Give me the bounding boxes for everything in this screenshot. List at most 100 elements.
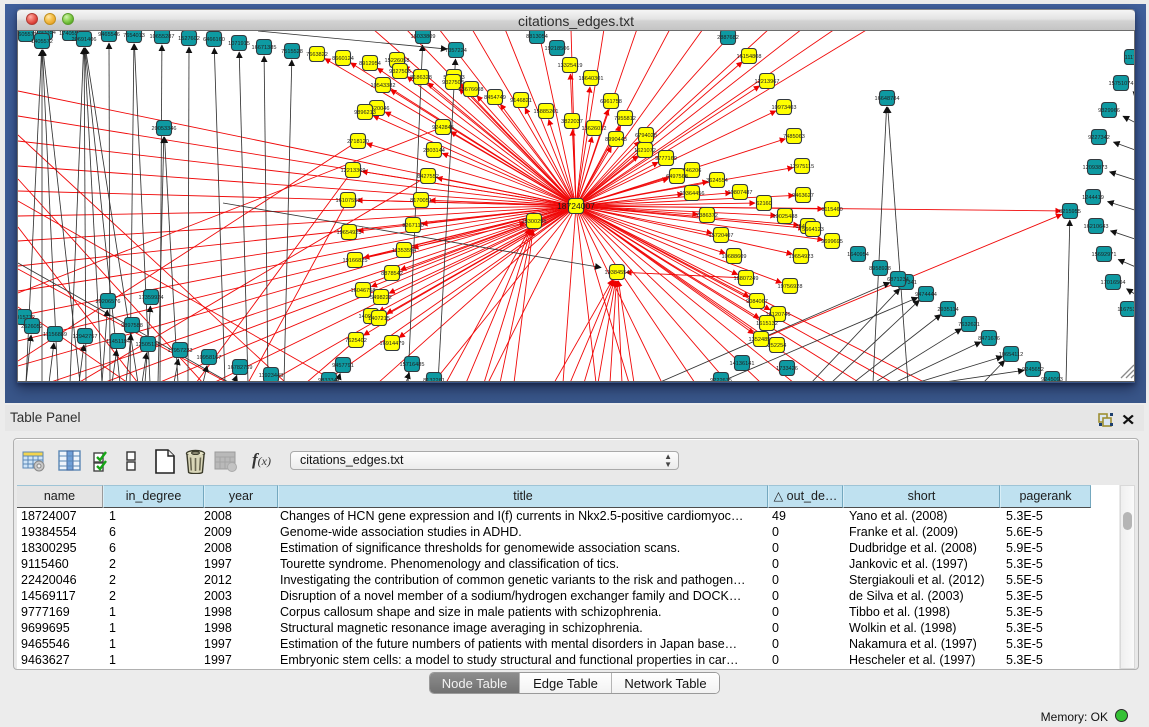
svg-text:19384554: 19384554 [605, 270, 630, 276]
svg-text:9897588: 9897588 [121, 323, 143, 329]
svg-text:9146821: 9146821 [510, 98, 532, 104]
svg-text:6794028: 6794028 [635, 133, 657, 139]
svg-text:18807249: 18807249 [734, 276, 759, 282]
svg-text:1071915: 1071915 [228, 41, 250, 47]
svg-text:7515528: 7515528 [281, 49, 303, 55]
svg-text:9245652: 9245652 [1022, 367, 1044, 373]
svg-text:2803144: 2803144 [423, 148, 445, 154]
svg-text:18300295: 18300295 [522, 219, 547, 225]
svg-text:1407215: 1407215 [368, 316, 390, 322]
svg-text:20053346: 20053346 [152, 126, 177, 132]
svg-text:19756928: 19756928 [778, 284, 803, 290]
svg-text:9896213: 9896213 [354, 110, 376, 116]
svg-text:18640301: 18640301 [579, 76, 604, 82]
svg-text:8186328: 8186328 [410, 75, 432, 81]
svg-text:11923448: 11923448 [259, 373, 283, 379]
svg-text:8170051: 8170051 [410, 198, 432, 204]
svg-text:9465546: 9465546 [98, 32, 120, 38]
svg-text:10973403: 10973403 [772, 105, 797, 111]
svg-text:19654923: 19654923 [789, 254, 814, 260]
svg-text:9777169: 9777169 [655, 156, 677, 162]
svg-text:12213369: 12213369 [341, 168, 366, 174]
svg-text:9227342: 9227342 [1088, 135, 1110, 141]
svg-text:1621072: 1621072 [634, 148, 656, 154]
svg-text:17359924: 17359924 [139, 295, 164, 301]
svg-text:6961758: 6961758 [600, 99, 622, 105]
svg-text:6871234: 6871234 [887, 277, 909, 283]
svg-text:16107553: 16107553 [336, 198, 361, 204]
svg-text:10543382: 10543382 [371, 83, 396, 89]
svg-text:2718120: 2718120 [347, 139, 369, 145]
svg-text:13325419: 13325419 [558, 63, 583, 69]
svg-text:9329966: 9329966 [1098, 108, 1120, 114]
svg-text:7386372: 7386372 [696, 213, 718, 219]
svg-text:8878542: 8878542 [381, 271, 403, 277]
svg-text:2626052: 2626052 [21, 324, 43, 330]
svg-text:8267110: 8267110 [402, 223, 423, 229]
svg-text:9084067: 9084067 [746, 299, 768, 305]
svg-text:12505135: 12505135 [136, 342, 161, 348]
svg-text:2887682: 2887682 [717, 35, 739, 41]
svg-text:7663822: 7663822 [306, 52, 328, 58]
svg-text:10807487: 10807487 [728, 190, 753, 196]
svg-text:5664123: 5664123 [802, 227, 824, 233]
svg-text:15226058: 15226058 [385, 58, 410, 64]
svg-text:8958928: 8958928 [869, 266, 891, 272]
svg-text:9833341: 9833341 [318, 378, 340, 381]
svg-text:15751074: 15751074 [1109, 81, 1134, 87]
svg-text:19218506: 19218506 [545, 46, 570, 52]
svg-text:15885201: 15885201 [534, 109, 559, 115]
svg-text:9222675: 9222675 [710, 378, 732, 381]
svg-text:8660124: 8660124 [332, 56, 354, 62]
svg-text:9457791: 9457791 [332, 363, 354, 369]
svg-text:1527602: 1527602 [178, 36, 200, 42]
svg-text:8132261: 8132261 [423, 378, 445, 381]
svg-text:20206576: 20206576 [96, 299, 121, 305]
svg-text:12975115: 12975115 [790, 164, 814, 170]
svg-text:1405572: 1405572 [31, 39, 53, 45]
svg-text:7654013: 7654013 [123, 33, 145, 39]
svg-text:10655287: 10655287 [150, 34, 175, 40]
svg-text:9327506: 9327506 [389, 69, 411, 75]
svg-text:19166825: 19166825 [343, 258, 368, 264]
svg-text:2935114: 2935114 [937, 307, 958, 313]
svg-text:8215955: 8215955 [1059, 209, 1081, 215]
svg-text:9699695: 9699695 [821, 239, 843, 245]
svg-text:1733426: 1733426 [776, 366, 798, 372]
svg-text:16154808: 16154808 [737, 54, 762, 60]
svg-text:9115460: 9115460 [821, 207, 842, 213]
svg-text:1167533: 1167533 [1117, 307, 1135, 313]
svg-text:1244419: 1244419 [1082, 195, 1104, 201]
svg-text:11353594: 11353594 [392, 248, 416, 254]
svg-text:10688609: 10688609 [722, 254, 747, 260]
svg-text:16210643: 16210643 [1084, 224, 1109, 230]
svg-text:9463627: 9463627 [792, 193, 814, 199]
svg-text:15692971: 15692971 [1092, 252, 1117, 258]
svg-text:62160: 62160 [756, 201, 772, 207]
svg-text:9245093: 9245093 [1041, 377, 1063, 381]
svg-text:12942757: 12942757 [73, 334, 98, 340]
svg-text:8813054: 8813054 [526, 34, 548, 40]
svg-text:17016504: 17016504 [1101, 280, 1126, 286]
svg-text:11156889: 11156889 [43, 332, 67, 338]
svg-text:10958107: 10958107 [197, 355, 222, 361]
svg-text:23676608: 23676608 [459, 87, 484, 93]
svg-text:14136141: 14136141 [730, 361, 755, 367]
svg-text:8471676: 8471676 [978, 336, 1000, 342]
svg-text:7955812: 7955812 [614, 116, 636, 122]
svg-text:18724007: 18724007 [557, 201, 595, 211]
svg-text:16671385: 16671385 [252, 45, 277, 51]
svg-text:3624554: 3624554 [706, 178, 728, 184]
svg-text:8427552: 8427552 [417, 174, 439, 180]
svg-text:16046758: 16046758 [351, 288, 376, 294]
svg-text:7625402: 7625402 [345, 338, 367, 344]
svg-text:1640954: 1640954 [847, 252, 869, 258]
svg-text:19654923: 19654923 [337, 230, 362, 236]
svg-text:16914479: 16914479 [380, 341, 405, 347]
svg-text:20364456: 20364456 [680, 191, 705, 197]
svg-text:8912954: 8912954 [359, 61, 381, 67]
svg-text:8454749: 8454749 [484, 95, 506, 101]
svg-text:5498222: 5498222 [370, 295, 392, 301]
svg-text:15716485: 15716485 [400, 362, 425, 368]
svg-text:10654112: 10654112 [999, 352, 1023, 358]
